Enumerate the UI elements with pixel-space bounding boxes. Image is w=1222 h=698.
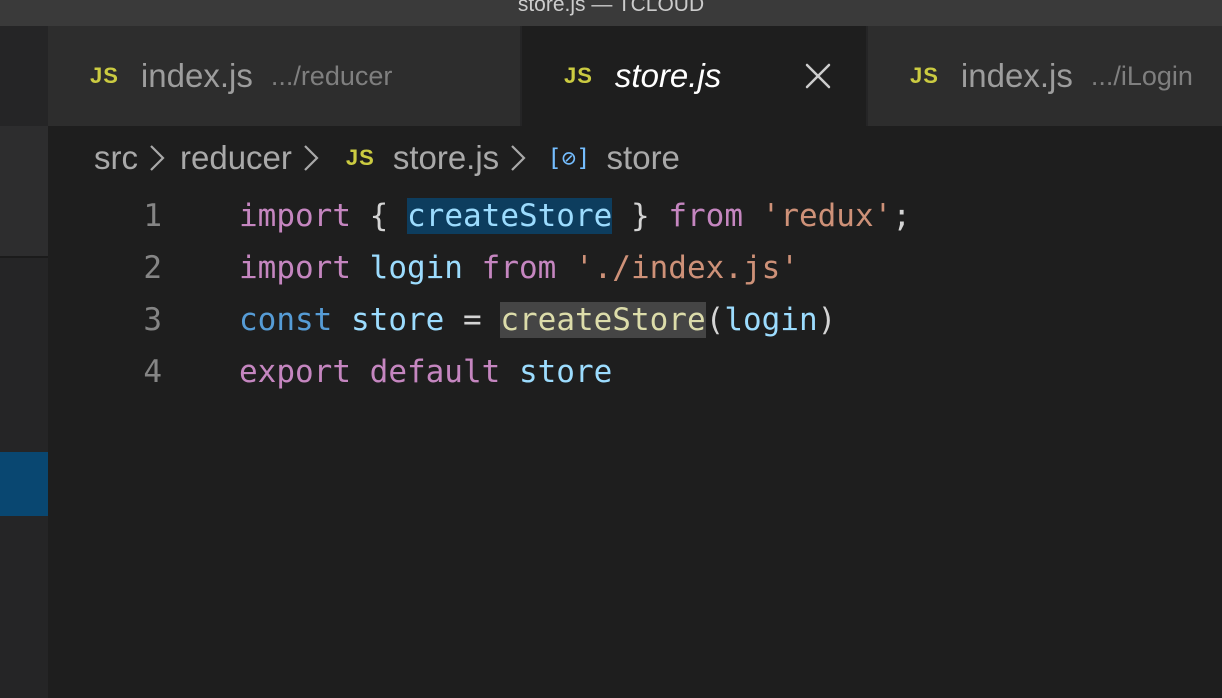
code-token: const: [239, 302, 333, 338]
variable-symbol-icon: [⊘]: [547, 144, 591, 172]
code-line[interactable]: 4 export default store: [48, 346, 1222, 398]
code-token: }: [630, 198, 650, 234]
tab-label: index.js: [140, 57, 253, 94]
code-token: export: [239, 354, 351, 390]
title-bar: store.js — TCLOUD: [0, 0, 1222, 26]
code-token: ;: [892, 198, 911, 234]
code-editor[interactable]: 1 import { createStore } from 'redux'; 2 im…: [48, 190, 1222, 698]
line-number: 2: [143, 250, 162, 286]
code-token: from: [481, 250, 557, 286]
close-icon[interactable]: [804, 62, 832, 90]
code-token: store: [518, 354, 613, 390]
sidebar-strip: [0, 26, 48, 698]
chevron-right-icon: [304, 145, 319, 171]
code-token: './index.js': [574, 250, 799, 286]
code-token: {: [369, 198, 389, 234]
code-token: import: [239, 198, 351, 234]
sidebar-divider: [0, 256, 48, 258]
code-token: createStore: [407, 198, 613, 234]
js-file-icon: JS: [345, 145, 375, 170]
tab-bar: JS index.js .../reducer JS store.js JS i…: [48, 26, 1222, 126]
breadcrumb-item-reducer[interactable]: reducer: [180, 139, 292, 177]
js-file-icon: JS: [90, 63, 119, 88]
breadcrumb-item-symbol[interactable]: store: [607, 139, 680, 177]
line-number: 1: [143, 198, 162, 234]
tab-label: store.js: [614, 57, 722, 94]
code-line[interactable]: 1 import { createStore } from 'redux';: [48, 190, 1222, 242]
code-line[interactable]: 3 const store = createStore(login): [48, 294, 1222, 346]
line-code: export default store: [239, 346, 612, 398]
breadcrumb-item-src[interactable]: src: [94, 139, 138, 177]
sidebar-active-item[interactable]: [0, 452, 48, 516]
tab-index-reducer[interactable]: JS index.js .../reducer: [48, 26, 520, 126]
line-number: 4: [143, 354, 162, 390]
line-number: 3: [143, 302, 162, 338]
breadcrumb-item-file[interactable]: store.js: [393, 139, 499, 177]
vscode-window: store.js — TCLOUD JS index.js .../reduce…: [0, 0, 1222, 698]
line-code: const store = createStore(login): [239, 294, 836, 346]
code-line[interactable]: 2 import login from './index.js': [48, 242, 1222, 294]
chevron-right-icon: [150, 145, 165, 171]
code-token: store: [351, 302, 445, 338]
sidebar-panel: [0, 126, 48, 256]
code-token: createStore: [500, 302, 706, 338]
js-file-icon: JS: [910, 63, 939, 88]
line-code: import { createStore } from 'redux';: [239, 190, 911, 242]
code-token: default: [369, 354, 501, 390]
line-code: import login from './index.js': [239, 242, 799, 294]
code-token: 'redux': [761, 198, 893, 234]
code-token: ): [817, 302, 837, 338]
code-token: from: [668, 198, 743, 234]
tab-description: .../iLogin: [1090, 60, 1193, 91]
chevron-right-icon: [511, 145, 526, 171]
tab-label: index.js: [960, 57, 1073, 94]
window-title: store.js — TCLOUD: [517, 0, 705, 16]
code-token: login: [369, 250, 463, 286]
code-token: login: [724, 302, 818, 338]
code-token: (: [705, 302, 725, 338]
tab-description: .../reducer: [270, 60, 393, 91]
code-token: import: [239, 250, 351, 286]
breadcrumb: src reducer JS store.js [⊘] store: [48, 126, 1222, 190]
js-file-icon: JS: [564, 63, 593, 88]
tab-index-ilogin[interactable]: JS index.js .../iLogin: [868, 26, 1222, 126]
tab-store-js[interactable]: JS store.js: [522, 26, 866, 126]
code-token: =: [444, 302, 501, 338]
